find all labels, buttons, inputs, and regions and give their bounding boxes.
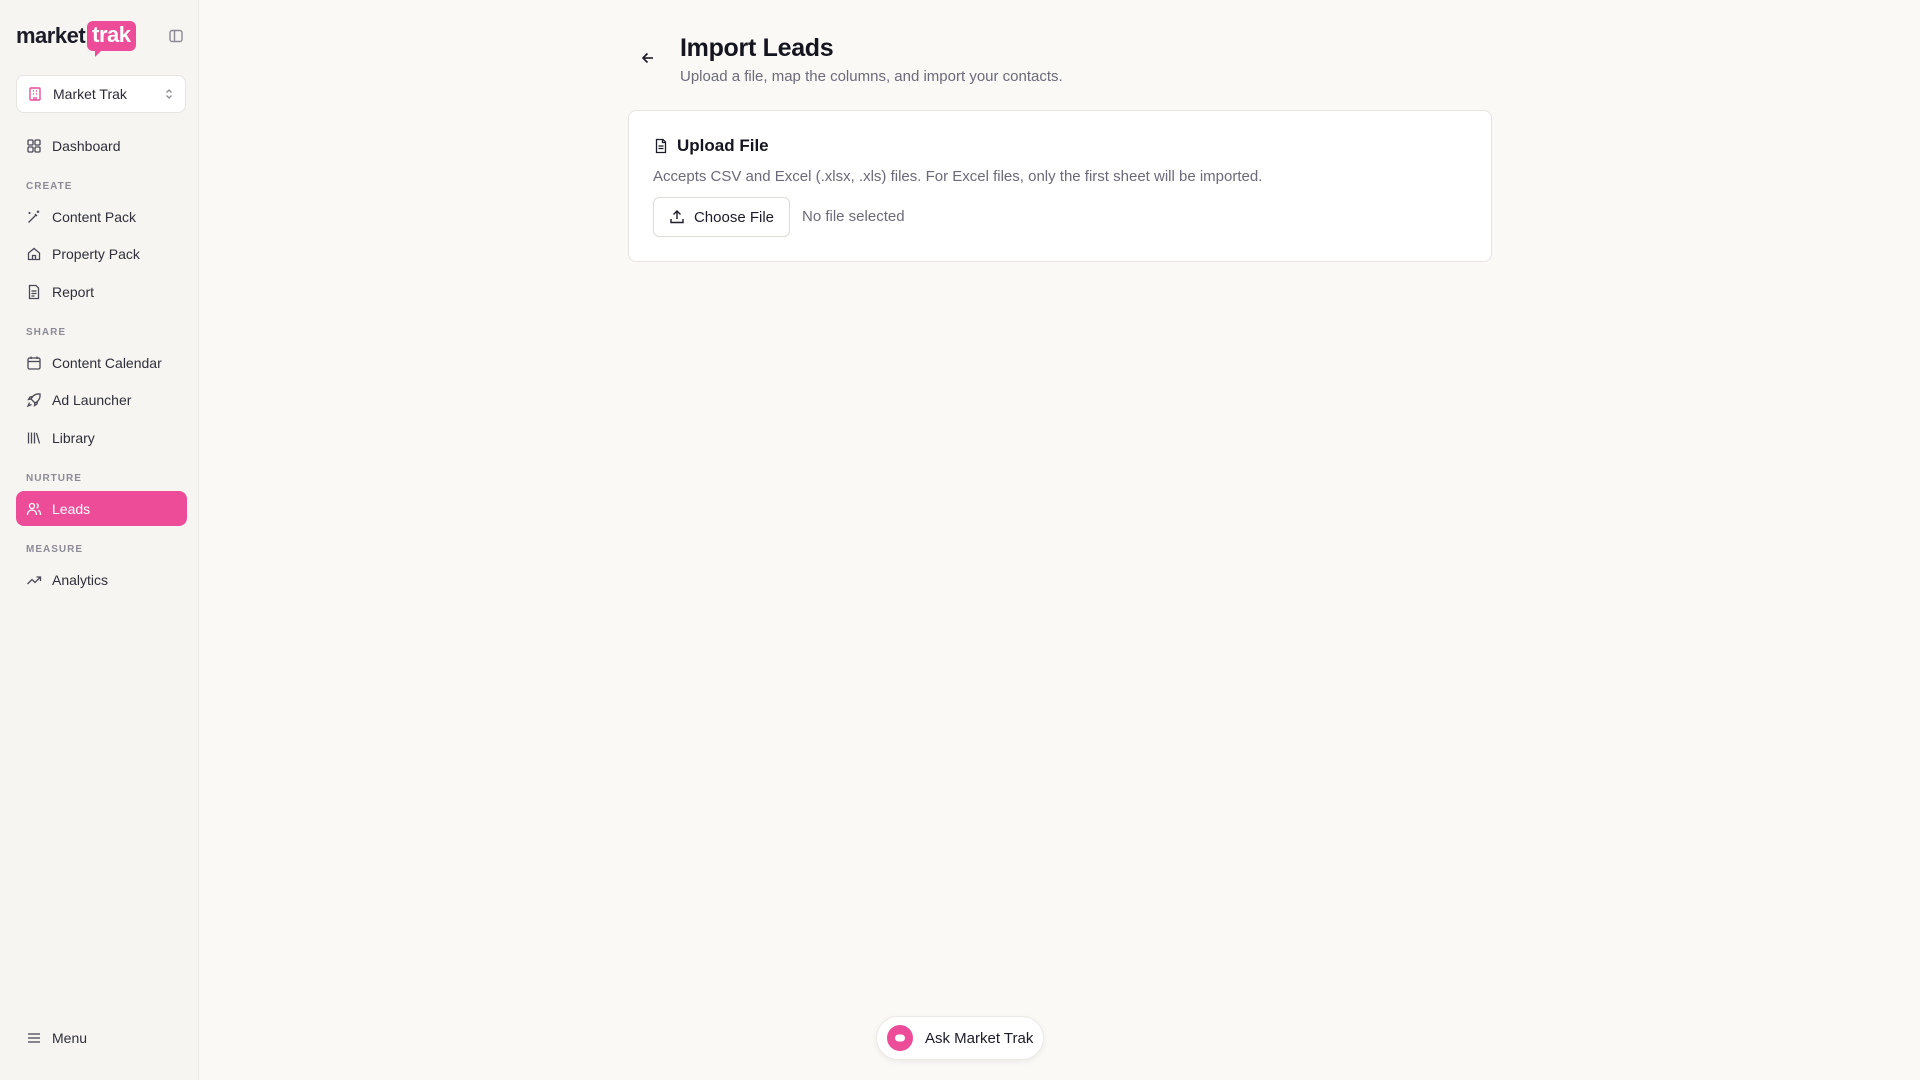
- card-title: Upload File: [677, 136, 769, 155]
- sidebar-item-label: Property Pack: [52, 245, 140, 262]
- sidebar-toggle-icon: [169, 29, 183, 43]
- users-icon: [26, 502, 42, 515]
- building-icon: [29, 87, 41, 101]
- logo-text-trak: trak: [87, 21, 136, 57]
- upload-icon: [670, 210, 684, 224]
- logo-text-market: market: [16, 23, 86, 48]
- sidebar-item-content-pack[interactable]: Content Pack: [16, 199, 187, 234]
- upload-file-card: Upload File Accepts CSV and Excel (.xlsx…: [628, 110, 1492, 262]
- rocket-icon: [26, 392, 41, 407]
- sidebar-item-leads[interactable]: Leads: [16, 491, 187, 526]
- file-text-icon: [655, 138, 667, 154]
- sidebar-item-label: Ad Launcher: [52, 391, 132, 408]
- sidebar-item-analytics[interactable]: Analytics: [16, 562, 187, 597]
- hamburger-icon: [28, 1033, 40, 1043]
- sidebar-item-label: Analytics: [52, 571, 109, 588]
- menu-button[interactable]: Menu: [16, 1020, 187, 1056]
- magic-wand-icon: [28, 210, 40, 223]
- ask-assistant-button[interactable]: Ask Market Trak: [876, 1016, 1044, 1060]
- sidebar-item-report[interactable]: Report: [16, 274, 187, 309]
- section-label-measure: MEASURE: [26, 544, 84, 555]
- card-description: Accepts CSV and Excel (.xlsx, .xls) file…: [653, 168, 1263, 185]
- chat-bubble-icon: [887, 1025, 913, 1051]
- sidebar-item-label: Report: [52, 283, 95, 300]
- sidebar-item-label: Content Calendar: [52, 354, 162, 371]
- choose-file-label: Choose File: [693, 208, 775, 226]
- page-subtitle: Upload a file, map the columns, and impo…: [680, 68, 1063, 85]
- sidebar-item-dashboard[interactable]: Dashboard: [16, 128, 187, 163]
- sidebar-item-label: Library: [52, 429, 95, 446]
- trending-up-icon: [27, 575, 42, 584]
- sidebar-item-label: Content Pack: [52, 208, 137, 225]
- collapse-sidebar-button[interactable]: [166, 26, 186, 46]
- ask-assistant-label: Ask Market Trak: [925, 1029, 1034, 1047]
- choose-file-button[interactable]: Choose File: [653, 197, 790, 237]
- sidebar-item-content-calendar[interactable]: Content Calendar: [16, 345, 187, 380]
- sidebar-item-property-pack[interactable]: Property Pack: [16, 236, 187, 271]
- arrow-left-icon: [641, 52, 653, 64]
- card-header: Upload File: [653, 136, 769, 156]
- sidebar-item-label: Dashboard: [52, 137, 121, 154]
- section-label-create: CREATE: [26, 181, 73, 192]
- calendar-icon: [27, 356, 41, 370]
- library-icon: [27, 432, 41, 444]
- sidebar-item-ad-launcher[interactable]: Ad Launcher: [16, 382, 187, 417]
- market-trak-logo[interactable]: market trak: [16, 21, 136, 57]
- logo-row: market trak: [16, 18, 186, 57]
- menu-label: Menu: [52, 1030, 88, 1046]
- workspace-switcher[interactable]: Market Trak: [16, 75, 186, 113]
- file-status: No file selected: [802, 208, 905, 225]
- page-title: Import Leads: [680, 34, 834, 62]
- sidebar: market trak Market Trak Dashboard CREATE…: [0, 0, 199, 1080]
- sidebar-item-library[interactable]: Library: [16, 420, 187, 455]
- document-icon: [28, 284, 40, 299]
- home-icon: [27, 247, 41, 260]
- section-label-nurture: NURTURE: [26, 473, 82, 484]
- sidebar-item-label: Leads: [52, 500, 91, 517]
- section-label-share: SHARE: [26, 327, 67, 338]
- back-button[interactable]: [638, 48, 658, 68]
- chevron-updown-icon: [166, 89, 172, 99]
- workspace-name: Market Trak: [53, 86, 127, 102]
- grid-icon: [27, 138, 41, 153]
